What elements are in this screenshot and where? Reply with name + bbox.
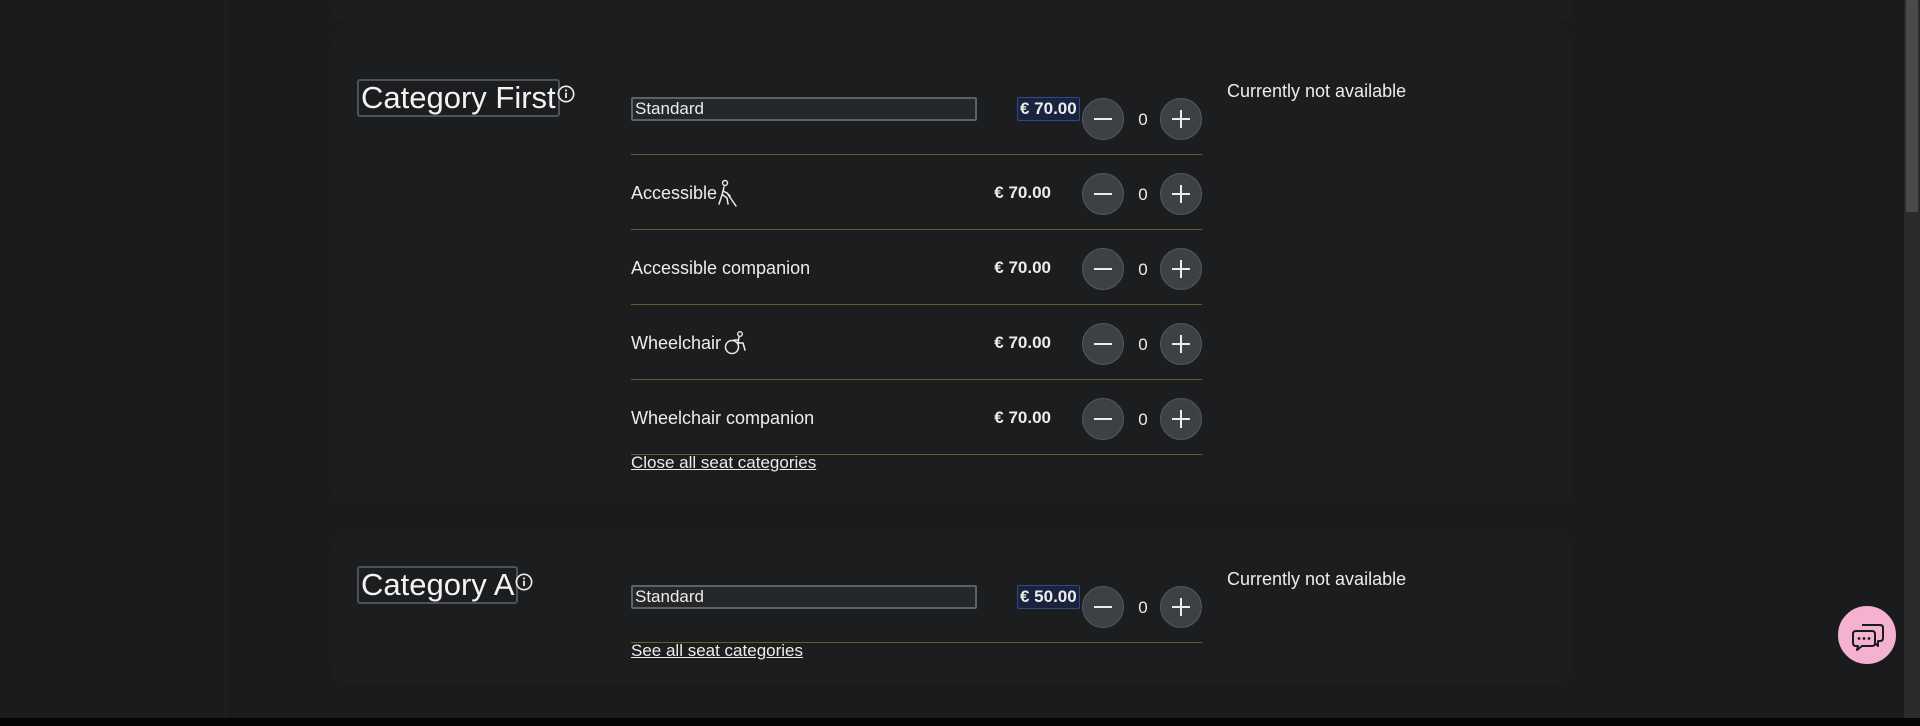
decrease-quantity-button[interactable]	[1082, 398, 1124, 440]
plus-icon	[1172, 110, 1190, 128]
increase-quantity-button[interactable]	[1160, 323, 1202, 365]
decrease-quantity-button[interactable]	[1082, 586, 1124, 628]
category-title: Category First	[357, 79, 560, 117]
minus-icon	[1094, 193, 1112, 195]
decrease-quantity-button[interactable]	[1082, 173, 1124, 215]
category-card-a: Category A Standard € 50.00 0 See all se…	[330, 535, 1572, 683]
increase-quantity-button[interactable]	[1160, 248, 1202, 290]
seat-price: € 70.00	[994, 333, 1051, 352]
decrease-quantity-button[interactable]	[1082, 98, 1124, 140]
quantity-value: 0	[1138, 260, 1148, 279]
see-all-seat-categories-link[interactable]: See all seat categories	[631, 640, 803, 662]
availability-status: Currently not available	[1227, 81, 1407, 101]
minus-icon	[1094, 606, 1112, 608]
availability-status: Currently not available	[1227, 569, 1407, 589]
seat-row-standard: Standard € 50.00 0	[631, 568, 1202, 643]
plus-icon	[1172, 410, 1190, 428]
quantity-value: 0	[1138, 598, 1148, 617]
seat-row-wheelchair: Wheelchair € 70.00 0	[631, 305, 1202, 380]
quantity-value: 0	[1138, 185, 1148, 204]
seat-row-accessible-companion: Accessible companion € 70.00 0	[631, 230, 1202, 305]
increase-quantity-button[interactable]	[1160, 98, 1202, 140]
quantity-value: 0	[1138, 335, 1148, 354]
plus-icon	[1172, 335, 1190, 353]
category-title: Category A	[357, 566, 519, 604]
seat-price: € 70.00	[994, 183, 1051, 202]
seat-price: € 70.00	[994, 258, 1051, 277]
seat-price: € 70.00	[994, 408, 1051, 427]
plus-icon	[1172, 260, 1190, 278]
plus-icon	[1172, 185, 1190, 203]
seat-label: Accessible companion	[631, 258, 811, 278]
minus-icon	[1094, 268, 1112, 270]
scrollbar-thumb[interactable]	[1906, 0, 1918, 212]
category-card-first: Category First Standard € 70.00 0 Access…	[330, 30, 1572, 504]
increase-quantity-button[interactable]	[1160, 398, 1202, 440]
seat-price: € 70.00	[1017, 97, 1080, 121]
decrease-quantity-button[interactable]	[1082, 248, 1124, 290]
increase-quantity-button[interactable]	[1160, 173, 1202, 215]
previous-card-bottom	[330, 0, 1572, 22]
blind-person-icon	[718, 179, 737, 207]
seat-row-wheelchair-companion: Wheelchair companion € 70.00 0	[631, 380, 1202, 455]
minus-icon	[1094, 118, 1112, 120]
close-all-seat-categories-link[interactable]: Close all seat categories	[631, 452, 816, 474]
seat-price: € 50.00	[1017, 585, 1080, 609]
quantity-value: 0	[1138, 410, 1148, 429]
minus-icon	[1094, 343, 1112, 345]
info-icon[interactable]	[515, 573, 533, 591]
seat-label: Wheelchair	[631, 333, 722, 353]
seat-label: Standard	[631, 585, 977, 609]
scrollbar[interactable]	[1904, 0, 1920, 718]
minus-icon	[1094, 418, 1112, 420]
info-icon[interactable]	[557, 85, 575, 103]
seat-row-standard: Standard € 70.00 0	[631, 80, 1202, 155]
seat-label: Wheelchair companion	[631, 408, 815, 428]
seat-label: Standard	[631, 97, 977, 121]
chat-button[interactable]	[1836, 604, 1898, 666]
bottom-bar	[0, 718, 1920, 726]
wheelchair-icon	[724, 331, 746, 355]
chat-bubble-icon	[1852, 624, 1884, 651]
quantity-value: 0	[1138, 110, 1148, 129]
plus-icon	[1172, 598, 1190, 616]
layout-divider	[225, 0, 226, 718]
seat-label: Accessible	[631, 183, 718, 203]
decrease-quantity-button[interactable]	[1082, 323, 1124, 365]
increase-quantity-button[interactable]	[1160, 586, 1202, 628]
page: Category First Standard € 70.00 0 Access…	[0, 0, 1904, 718]
seat-row-accessible: Accessible € 70.00 0	[631, 155, 1202, 230]
